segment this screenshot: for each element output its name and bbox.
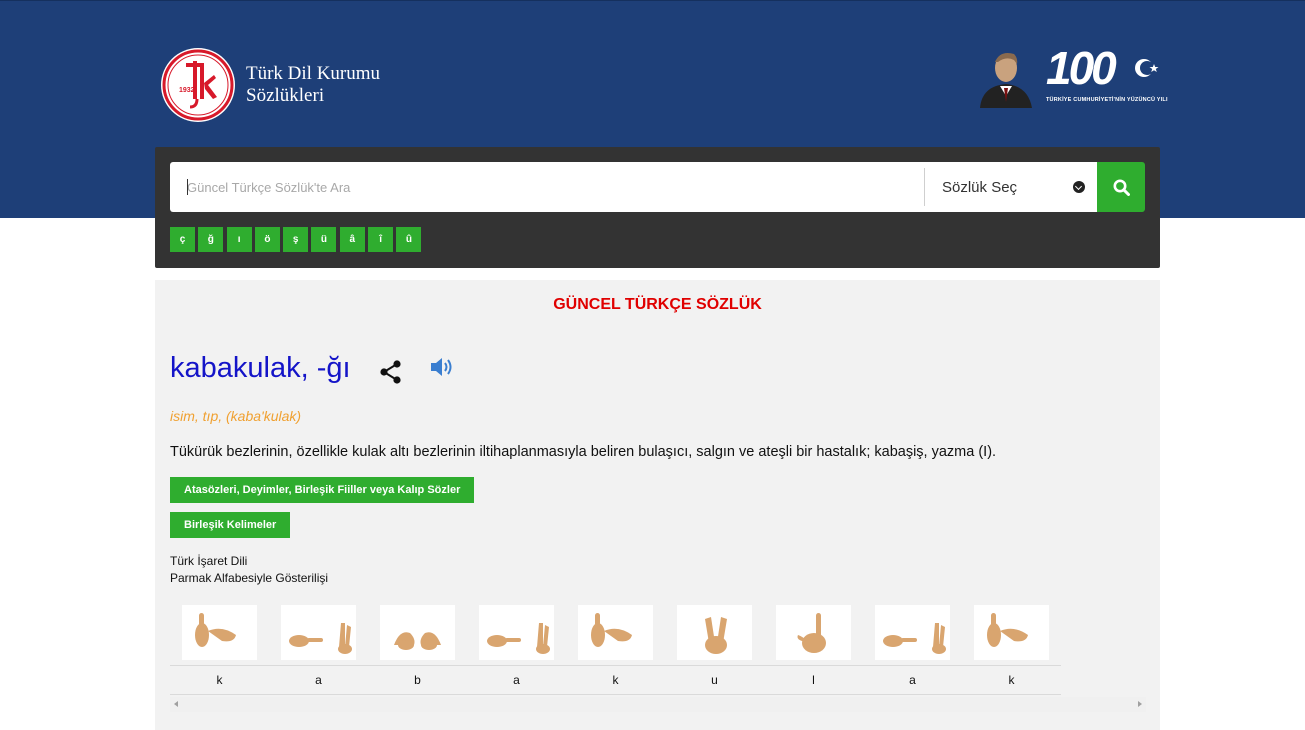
search-icon — [1113, 179, 1130, 196]
sign-image-row — [170, 600, 1061, 660]
logo-text: Türk Dil Kurumu Sözlükleri — [246, 63, 380, 107]
sign-divider — [170, 665, 1061, 666]
sign-divider — [170, 694, 1061, 695]
letter-button[interactable]: ü — [311, 227, 337, 252]
sign-cell — [962, 600, 1061, 660]
sign-hand-image — [479, 605, 554, 660]
sign-hand-image — [182, 605, 257, 660]
compound-words-button[interactable]: Birleşik Kelimeler — [170, 512, 291, 538]
sign-alphabet-strip: kabakulak — [170, 600, 1146, 705]
sign-cell — [566, 600, 665, 660]
sign-hand-image — [776, 605, 851, 660]
sign-cell — [467, 600, 566, 660]
scroll-right-arrow-icon[interactable] — [1138, 701, 1142, 707]
speaker-icon[interactable] — [430, 356, 456, 378]
hand-sign-icon — [394, 632, 441, 650]
centennial-logo: 100 TÜRKİYE CUMHURİYETİ'NİN YÜZÜNCÜ YILI — [1046, 43, 1168, 109]
hand-sign-icon — [591, 613, 632, 647]
sign-letter: k — [1008, 673, 1015, 687]
hand-sign-icon — [195, 613, 236, 647]
scroll-left-arrow-icon[interactable] — [174, 701, 178, 707]
hand-sign-icon — [487, 623, 550, 654]
right-logos: 100 TÜRKİYE CUMHURİYETİ'NİN YÜZÜNCÜ YILI — [970, 43, 1168, 109]
logo-line2: Sözlükleri — [246, 85, 325, 106]
special-letter-bar: ç ğ ı ö ş ü â î û — [170, 227, 425, 252]
sign-cell — [764, 600, 863, 660]
hand-sign-icon — [797, 613, 826, 653]
result-panel: GÜNCEL TÜRKÇE SÖZLÜK kabakulak, -ğı isim… — [155, 280, 1160, 730]
hand-sign-icon — [289, 623, 352, 654]
letter-button[interactable]: â — [339, 227, 365, 252]
svg-text:1932: 1932 — [179, 87, 195, 94]
headword: kabakulak, -ğı — [170, 352, 351, 384]
text-caret — [187, 179, 188, 195]
tdk-logo[interactable]: 1932 Türk Dil Kurumu Sözlükleri — [160, 47, 380, 123]
sign-letter: l — [812, 673, 815, 687]
sign-hand-image — [677, 605, 752, 660]
sign-hand-image — [974, 605, 1049, 660]
centennial-caption: TÜRKİYE CUMHURİYETİ'NİN YÜZÜNCÜ YILI — [1046, 97, 1168, 103]
letter-button[interactable]: û — [396, 227, 422, 252]
dictionary-select-label: Sözlük Seç — [942, 178, 1018, 196]
tdk-emblem-icon: 1932 — [161, 48, 235, 122]
sign-language-subtitle: Parmak Alfabesiyle Gösterilişi — [170, 571, 329, 585]
sign-letter: k — [216, 673, 223, 687]
hand-sign-icon — [883, 623, 946, 654]
word-meta: isim, tıp, (kaba'kulak) — [170, 408, 302, 424]
letter-button[interactable]: ı — [226, 227, 252, 252]
sign-cell — [368, 600, 467, 660]
search-input[interactable] — [170, 162, 924, 212]
sign-letter: u — [711, 673, 718, 687]
letter-button[interactable]: ğ — [198, 227, 224, 252]
sign-language-title: Türk İşaret Dili — [170, 554, 248, 568]
sign-hand-image — [875, 605, 950, 660]
sign-hand-image — [578, 605, 653, 660]
dictionary-select[interactable]: Sözlük Seç — [925, 162, 1097, 212]
logo-line1: Türk Dil Kurumu — [246, 63, 381, 84]
search-button[interactable] — [1097, 162, 1145, 212]
sign-cell — [665, 600, 764, 660]
letter-button[interactable]: ç — [170, 227, 195, 252]
sign-cell — [269, 600, 368, 660]
chevron-down-icon — [1073, 181, 1085, 193]
sign-letter: a — [315, 673, 322, 687]
sign-letter: b — [414, 673, 421, 687]
sign-cell — [863, 600, 962, 660]
search-box: Sözlük Seç — [170, 162, 1097, 212]
definition-text: Tükürük bezlerinin, özellikle kulak altı… — [170, 444, 997, 460]
sign-language-label: Türk İşaret Dili Parmak Alfabesiyle Göst… — [170, 553, 328, 587]
letter-button[interactable]: ş — [283, 227, 309, 252]
letter-button[interactable]: î — [368, 227, 394, 252]
hand-sign-icon — [705, 617, 727, 654]
sign-cell — [170, 600, 269, 660]
search-panel: Sözlük Seç ç ğ ı ö ş ü â î û — [155, 147, 1160, 268]
letter-button[interactable]: ö — [254, 227, 280, 252]
dictionary-title: GÜNCEL TÜRKÇE SÖZLÜK — [553, 296, 762, 313]
share-icon[interactable] — [379, 359, 403, 385]
sign-hand-image — [281, 605, 356, 660]
crescent-star-icon — [1135, 59, 1159, 77]
ataturk-portrait-icon — [970, 44, 1036, 108]
sign-letter: a — [909, 673, 916, 687]
sign-letter: a — [513, 673, 520, 687]
sign-letter: k — [612, 673, 619, 687]
sign-hand-image — [380, 605, 455, 660]
horizontal-scrollbar[interactable] — [170, 697, 1146, 712]
hand-sign-icon — [987, 613, 1028, 647]
idioms-button[interactable]: Atasözleri, Deyimler, Birleşik Fiiller v… — [170, 477, 475, 503]
